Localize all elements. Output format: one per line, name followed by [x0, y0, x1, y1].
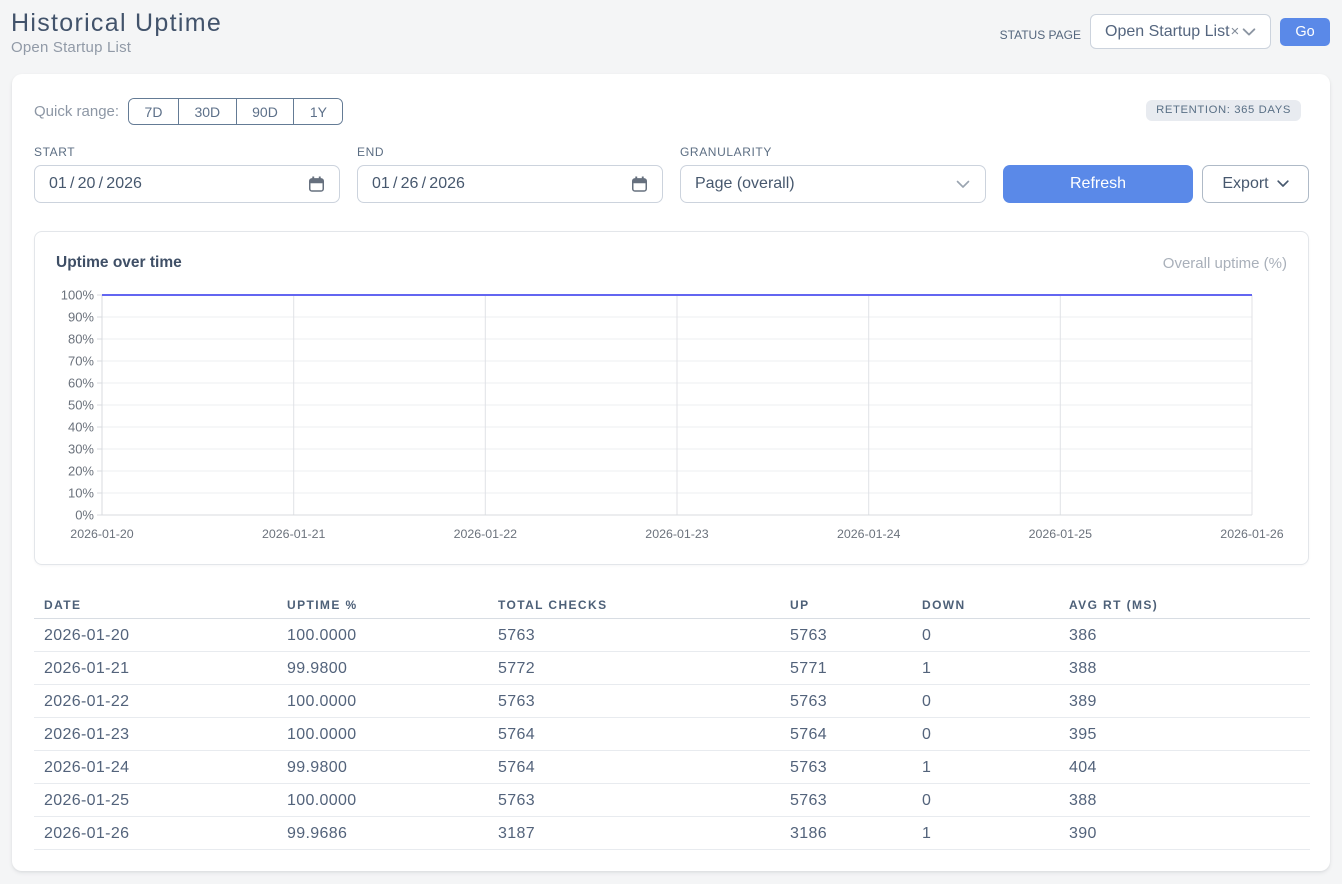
svg-text:2026-01-23: 2026-01-23: [645, 527, 708, 541]
svg-text:90%: 90%: [68, 310, 94, 325]
svg-text:60%: 60%: [68, 376, 94, 391]
svg-text:50%: 50%: [68, 398, 94, 413]
svg-text:40%: 40%: [68, 420, 94, 435]
svg-text:2026-01-20: 2026-01-20: [70, 527, 133, 541]
svg-text:80%: 80%: [68, 332, 94, 347]
svg-text:2026-01-24: 2026-01-24: [837, 527, 900, 541]
svg-text:70%: 70%: [68, 354, 94, 369]
svg-text:0%: 0%: [75, 508, 94, 523]
svg-text:2026-01-22: 2026-01-22: [454, 527, 517, 541]
svg-text:2026-01-26: 2026-01-26: [1220, 527, 1283, 541]
svg-text:20%: 20%: [68, 464, 94, 479]
svg-text:10%: 10%: [68, 486, 94, 501]
svg-text:30%: 30%: [68, 442, 94, 457]
svg-text:2026-01-25: 2026-01-25: [1029, 527, 1092, 541]
svg-text:2026-01-21: 2026-01-21: [262, 527, 325, 541]
svg-text:100%: 100%: [61, 288, 95, 303]
